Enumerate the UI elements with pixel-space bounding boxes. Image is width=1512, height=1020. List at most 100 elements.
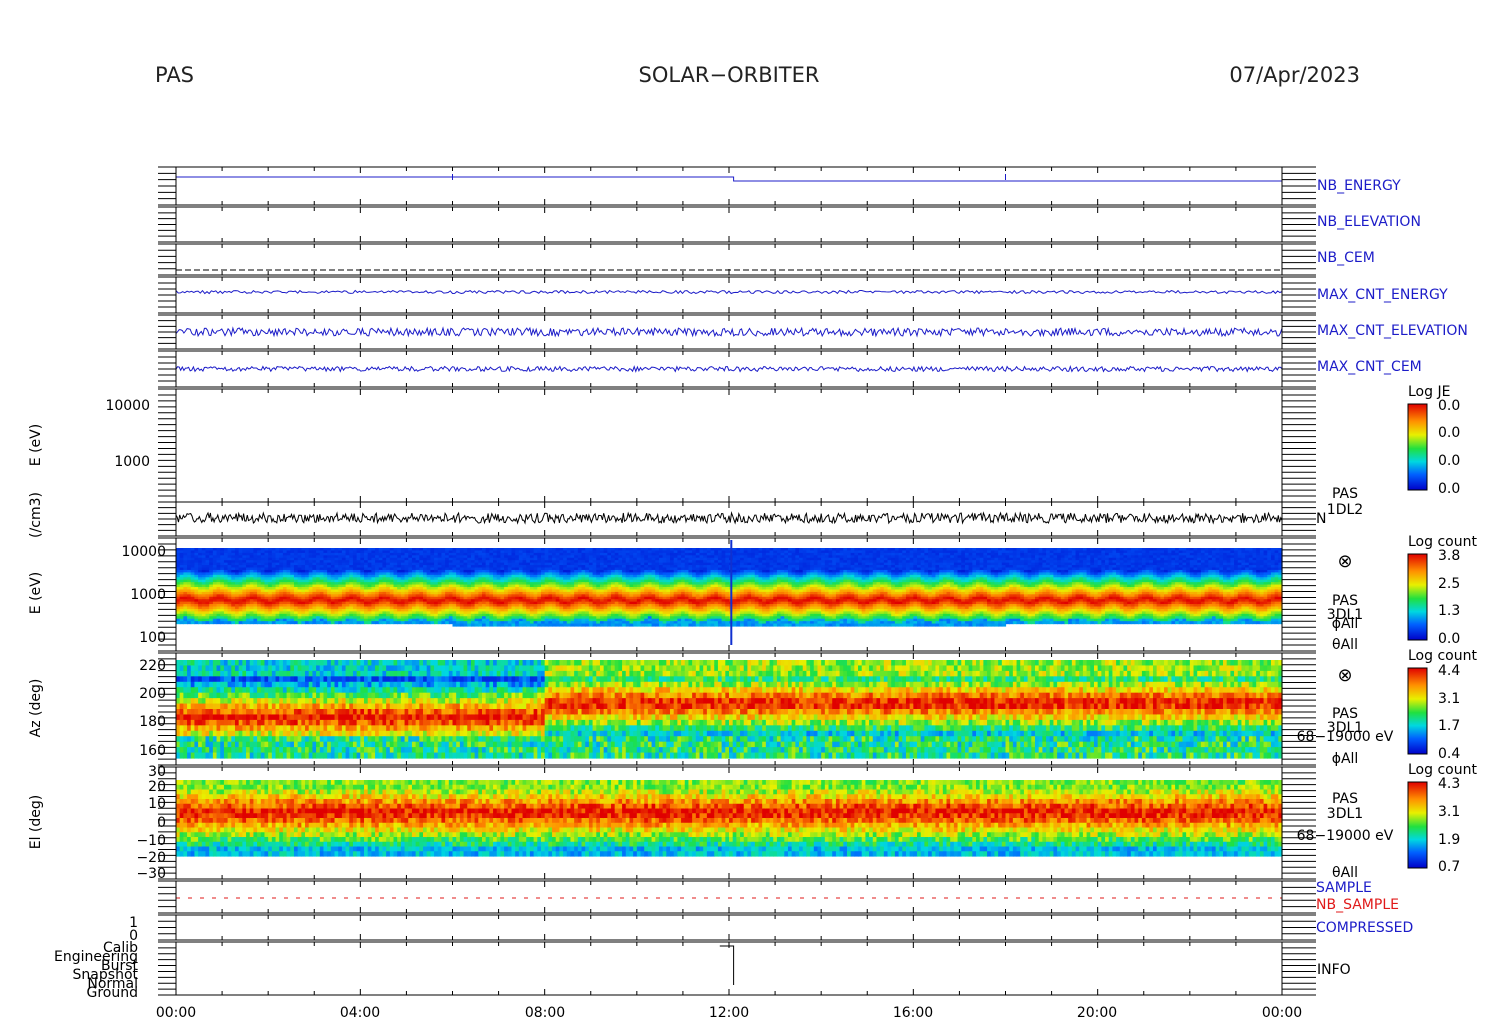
spec-cell xyxy=(445,621,450,625)
spec-cell xyxy=(548,623,553,627)
spec-cell xyxy=(470,623,476,627)
spec-cell xyxy=(740,623,745,627)
spec-cell xyxy=(489,623,494,627)
spec-cell xyxy=(658,623,664,627)
spec-cell xyxy=(585,623,590,627)
spec-cell xyxy=(666,623,671,627)
spec-cell xyxy=(644,623,649,627)
spec-cell xyxy=(408,621,413,625)
spec-cell xyxy=(257,621,262,625)
spec-cell xyxy=(703,623,708,627)
spec-cell xyxy=(423,621,428,625)
spec-cell xyxy=(209,621,214,625)
spec-cell xyxy=(316,621,321,625)
spec-cell xyxy=(566,623,572,627)
spec-cell xyxy=(611,623,616,627)
spec-cell xyxy=(371,621,376,625)
spec-cell xyxy=(474,623,479,627)
spec-cell xyxy=(323,621,328,625)
spec-cell xyxy=(688,623,693,627)
spec-cell xyxy=(397,621,402,625)
header-mission: SOLAR−ORBITER xyxy=(638,63,819,87)
spec-cell xyxy=(216,621,221,625)
spec-cell xyxy=(378,621,384,625)
header-date: 07/Apr/2023 xyxy=(1229,63,1360,87)
spec-cell xyxy=(485,623,490,627)
spec-cell xyxy=(493,623,498,627)
spec-cell xyxy=(699,623,704,627)
spec-cell xyxy=(220,621,225,625)
spec-cell xyxy=(334,621,339,625)
spec-cell xyxy=(647,623,653,627)
spec-cell xyxy=(419,621,424,625)
spec-cell xyxy=(607,623,612,627)
spec-cell xyxy=(231,621,236,625)
spec-cell xyxy=(710,623,715,627)
spec-cell xyxy=(179,621,184,625)
spec-cell xyxy=(190,621,196,625)
spec-cell xyxy=(533,623,538,627)
spec-cell xyxy=(518,623,524,627)
spec-cell xyxy=(415,621,420,625)
spec-cell xyxy=(305,621,310,625)
spec-cell xyxy=(692,623,697,627)
spec-cell xyxy=(198,621,203,625)
energy-spectrogram xyxy=(176,548,1283,627)
spec-cell xyxy=(452,623,457,627)
spec-cell xyxy=(662,623,667,627)
spec-cell xyxy=(754,623,760,627)
spec-cell xyxy=(375,621,380,625)
spec-cell xyxy=(714,623,719,627)
spec-cell xyxy=(581,623,586,627)
spec-cell xyxy=(478,623,483,627)
spec-cell xyxy=(301,621,306,625)
spec-cell xyxy=(327,621,332,625)
spec-cell xyxy=(437,621,443,625)
spec-cell xyxy=(441,621,446,625)
spec-cell xyxy=(673,623,678,627)
spec-cell xyxy=(290,621,295,625)
spec-cell xyxy=(275,621,280,625)
spec-cell xyxy=(640,623,645,627)
spec-cell xyxy=(201,621,207,625)
spec-cell xyxy=(588,623,594,627)
spec-cell xyxy=(603,623,608,627)
spec-cell xyxy=(389,621,395,625)
spec-cell xyxy=(242,621,247,625)
spec-cell xyxy=(411,621,417,625)
spec-cell xyxy=(367,621,372,625)
spec-cell xyxy=(496,623,502,627)
spec-cell xyxy=(500,623,505,627)
spec-cell xyxy=(308,621,314,625)
spec-cell xyxy=(618,623,623,627)
spec-cell xyxy=(552,623,557,627)
spec-cell xyxy=(555,623,561,627)
spec-cell xyxy=(282,621,288,625)
spec-cell xyxy=(393,621,398,625)
spec-cell xyxy=(382,621,387,625)
spec-cell xyxy=(467,623,472,627)
spec-cell xyxy=(352,621,358,625)
spec-cell xyxy=(463,623,468,627)
spec-cell xyxy=(736,623,741,627)
spec-cell xyxy=(345,621,350,625)
spec-cell xyxy=(622,623,627,627)
spec-cell xyxy=(577,623,583,627)
spec-cell xyxy=(286,621,291,625)
spec-cell xyxy=(596,623,601,627)
spec-cell xyxy=(559,623,564,627)
spec-cell xyxy=(338,621,343,625)
spec-cell xyxy=(670,623,675,627)
spec-cell xyxy=(526,623,531,627)
spec-cell xyxy=(633,623,638,627)
spec-cell xyxy=(456,623,461,627)
spec-cell xyxy=(264,621,269,625)
spec-cell xyxy=(743,623,749,627)
spec-cell xyxy=(511,623,516,627)
spec-cell xyxy=(592,623,597,627)
spec-cell xyxy=(504,623,509,627)
spec-cell xyxy=(614,623,619,627)
spec-cell xyxy=(279,621,284,625)
spec-cell xyxy=(599,623,605,627)
spec-cell xyxy=(249,621,255,625)
